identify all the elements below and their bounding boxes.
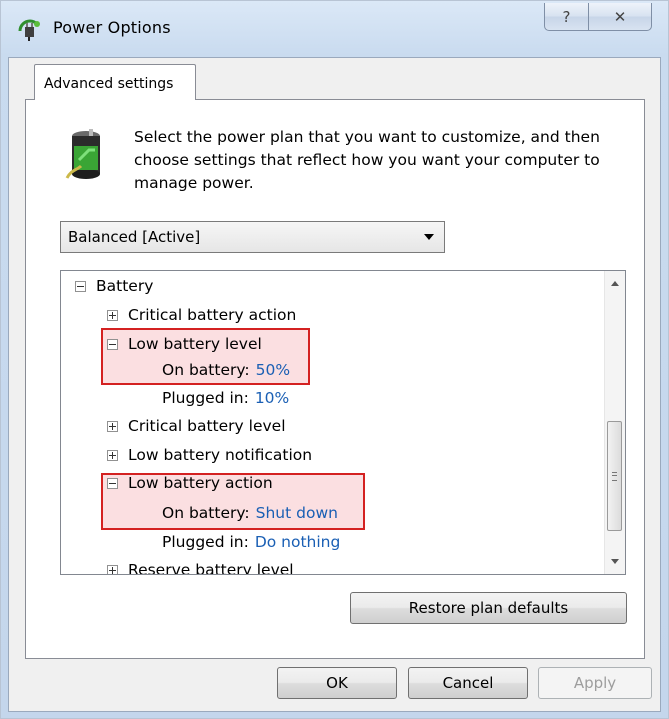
settings-tree[interactable]: Battery Critical battery action Low batt… <box>60 270 626 575</box>
advanced-settings-panel: Select the power plan that you want to c… <box>25 99 645 659</box>
intro-text: Select the power plan that you want to c… <box>134 128 600 192</box>
tree-item-low-action-on-battery[interactable]: On battery: Shut down <box>162 499 338 527</box>
tree-item-label: Battery <box>96 277 154 295</box>
power-options-window: Power Options ? ✕ Advanced settings Sele… <box>0 0 669 719</box>
collapse-icon[interactable] <box>75 280 86 292</box>
tree-item-label: Critical battery action <box>128 306 297 324</box>
dialog-client-area: Advanced settings Select the power plan … <box>8 57 661 712</box>
setting-label: Plugged in: <box>162 533 249 551</box>
tree-item-low-level-plugged-in[interactable]: Plugged in: 10% <box>162 384 289 412</box>
setting-value-link[interactable]: 10% <box>255 389 289 407</box>
tree-item-label: Reserve battery level <box>128 561 294 575</box>
collapse-icon[interactable] <box>107 338 118 350</box>
tree-item-low-battery-level[interactable]: Low battery level <box>107 330 262 358</box>
tree-item-low-action-plugged-in[interactable]: Plugged in: Do nothing <box>162 528 340 556</box>
apply-button[interactable]: Apply <box>538 667 652 699</box>
tab-label: Advanced settings <box>44 76 174 92</box>
setting-label: On battery: <box>162 504 250 522</box>
chevron-down-icon <box>424 234 434 240</box>
grip-icon <box>612 472 617 481</box>
close-button[interactable]: ✕ <box>588 3 652 31</box>
setting-value-link[interactable]: Do nothing <box>255 533 341 551</box>
power-options-icon <box>18 19 40 41</box>
tree-item-low-battery-action[interactable]: Low battery action <box>107 469 273 497</box>
expand-icon[interactable] <box>107 564 118 574</box>
tree-item-label: Low battery action <box>128 474 273 492</box>
tree-scrollbar[interactable] <box>604 271 625 574</box>
window-title: Power Options <box>53 18 171 37</box>
tree-item-label: Critical battery level <box>128 417 286 435</box>
cancel-button[interactable]: Cancel <box>408 667 528 699</box>
help-icon: ? <box>562 7 571 26</box>
tree-item-battery[interactable]: Battery <box>75 272 153 300</box>
ok-button[interactable]: OK <box>277 667 397 699</box>
setting-value-link[interactable]: Shut down <box>256 504 338 522</box>
expand-icon[interactable] <box>107 449 118 461</box>
setting-label: On battery: <box>162 361 250 379</box>
tree-item-label: Low battery notification <box>128 446 313 464</box>
setting-value-link[interactable]: 50% <box>256 361 290 379</box>
collapse-icon[interactable] <box>107 477 118 489</box>
expand-icon[interactable] <box>107 309 118 321</box>
tree-item-label: Low battery level <box>128 335 262 353</box>
tree-item-low-battery-notification[interactable]: Low battery notification <box>107 441 312 469</box>
scroll-up-icon[interactable] <box>611 281 619 286</box>
scrollbar-thumb[interactable] <box>607 421 622 531</box>
close-icon: ✕ <box>613 7 627 26</box>
help-button[interactable]: ? <box>544 3 589 31</box>
power-plan-dropdown[interactable]: Balanced [Active] <box>60 221 445 253</box>
restore-plan-defaults-button[interactable]: Restore plan defaults <box>350 592 627 624</box>
tab-advanced-settings[interactable]: Advanced settings <box>34 64 196 100</box>
tree-item-critical-battery-level[interactable]: Critical battery level <box>107 412 286 440</box>
title-bar[interactable]: Power Options ? ✕ <box>1 1 668 57</box>
tree-item-reserve-battery-level[interactable]: Reserve battery level <box>107 556 294 575</box>
expand-icon[interactable] <box>107 420 118 432</box>
tree-item-low-level-on-battery[interactable]: On battery: 50% <box>162 356 290 384</box>
battery-plug-icon <box>65 129 100 179</box>
setting-label: Plugged in: <box>162 389 249 407</box>
tree-item-critical-battery-action[interactable]: Critical battery action <box>107 301 296 329</box>
scroll-down-icon[interactable] <box>611 559 619 564</box>
selected-plan: Balanced [Active] <box>68 228 201 246</box>
